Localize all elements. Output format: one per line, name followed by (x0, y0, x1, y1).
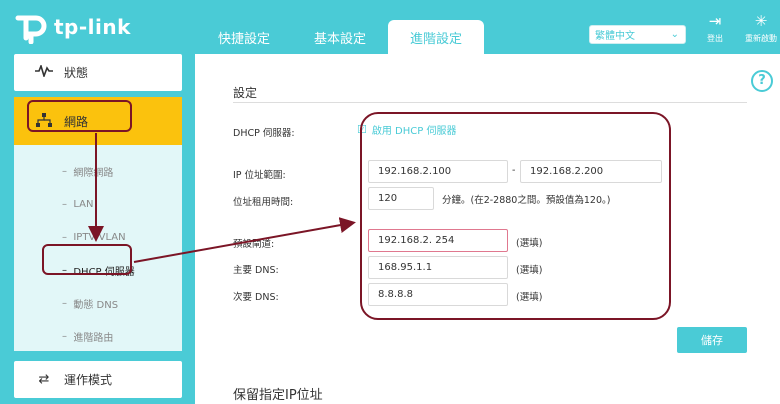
arrow-right (133, 217, 356, 263)
annotation-arrows (88, 133, 356, 263)
